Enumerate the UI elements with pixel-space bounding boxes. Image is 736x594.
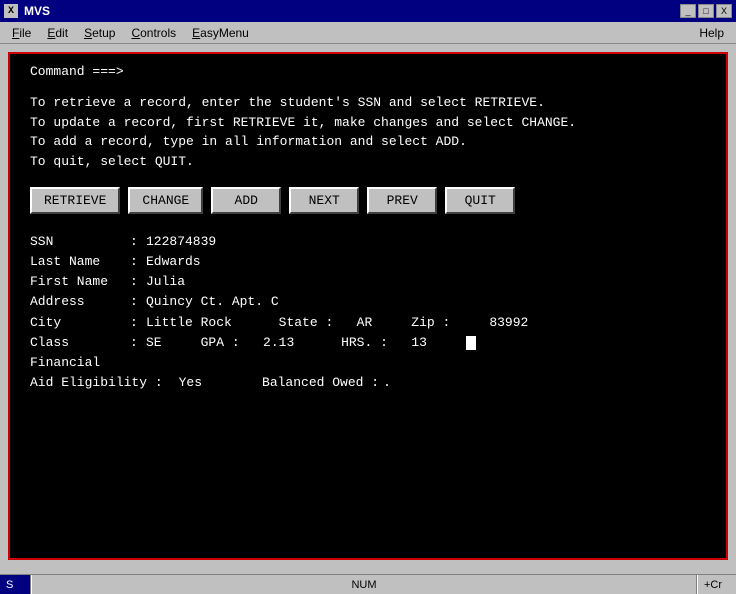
menu-items: File Edit Setup Controls EasyMenu: [4, 24, 257, 42]
lastname-label: Last Name: [30, 252, 130, 272]
instruction-3: To add a record, type in all information…: [30, 132, 706, 152]
balance-label: Balanced Owed :: [262, 373, 379, 393]
instructions-block: To retrieve a record, enter the student'…: [30, 93, 706, 171]
city-value: Little Rock State : AR Zip : 83992: [146, 313, 528, 333]
menu-edit[interactable]: Edit: [39, 24, 76, 42]
command-prompt: Command ===>: [30, 64, 706, 79]
terminal-window: Command ===> To retrieve a record, enter…: [8, 52, 728, 560]
status-right: +Cr: [698, 575, 728, 594]
title-bar-left: X MVS: [4, 4, 50, 18]
instruction-1: To retrieve a record, enter the student'…: [30, 93, 706, 113]
firstname-value: Julia: [146, 272, 185, 292]
menu-bar: File Edit Setup Controls EasyMenu Help: [0, 22, 736, 44]
city-label: City: [30, 313, 130, 333]
menu-controls[interactable]: Controls: [123, 24, 184, 42]
lastname-value: Edwards: [146, 252, 201, 272]
city-row: City : Little Rock State : AR Zip : 8399…: [30, 313, 706, 333]
add-button[interactable]: ADD: [211, 187, 281, 214]
close-button[interactable]: X: [716, 4, 732, 18]
firstname-label: First Name: [30, 272, 130, 292]
next-button[interactable]: NEXT: [289, 187, 359, 214]
aid-value: Yes: [179, 373, 202, 393]
cursor: [466, 336, 476, 350]
financial-label: Financial: [30, 353, 130, 373]
ssn-value: 122874839: [146, 232, 216, 252]
status-bar: S NUM +Cr: [0, 574, 736, 594]
menu-setup[interactable]: Setup: [76, 24, 123, 42]
terminal-content: Command ===> To retrieve a record, enter…: [10, 54, 726, 558]
lastname-row: Last Name : Edwards: [30, 252, 706, 272]
maximize-button[interactable]: □: [698, 4, 714, 18]
command-prompt-text: Command ===>: [30, 64, 124, 79]
change-button[interactable]: CHANGE: [128, 187, 203, 214]
menu-help[interactable]: Help: [691, 24, 732, 42]
prev-button[interactable]: PREV: [367, 187, 437, 214]
financial-row: Financial: [30, 353, 706, 373]
quit-button[interactable]: QUIT: [445, 187, 515, 214]
status-center: NUM: [32, 575, 696, 594]
address-value: Quincy Ct. Apt. C: [146, 292, 279, 312]
title-bar: X MVS _ □ X: [0, 0, 736, 22]
class-value: SE GPA : 2.13 HRS. : 13: [146, 333, 476, 353]
menu-file[interactable]: File: [4, 24, 39, 42]
ssn-row: SSN : 122874839: [30, 232, 706, 252]
window-title: MVS: [24, 4, 50, 18]
record-data: SSN : 122874839 Last Name : Edwards Firs…: [30, 232, 706, 393]
firstname-row: First Name : Julia: [30, 272, 706, 292]
menu-easymenu[interactable]: EasyMenu: [184, 24, 257, 42]
action-buttons: RETRIEVE CHANGE ADD NEXT PREV QUIT: [30, 187, 706, 214]
address-label: Address: [30, 292, 130, 312]
minimize-button[interactable]: _: [680, 4, 696, 18]
instruction-4: To quit, select QUIT.: [30, 152, 706, 172]
aid-row: Aid Eligibility : Yes Balanced Owed : .: [30, 373, 706, 393]
aid-label: Aid Eligibility :: [30, 373, 163, 393]
app-icon: X: [4, 4, 18, 18]
window-controls: _ □ X: [680, 4, 732, 18]
ssn-label: SSN: [30, 232, 130, 252]
class-label: Class: [30, 333, 130, 353]
address-row: Address : Quincy Ct. Apt. C: [30, 292, 706, 312]
class-row: Class : SE GPA : 2.13 HRS. : 13: [30, 333, 706, 353]
instruction-2: To update a record, first RETRIEVE it, m…: [30, 113, 706, 133]
balance-value: .: [383, 373, 391, 393]
status-left: S: [0, 575, 30, 594]
retrieve-button[interactable]: RETRIEVE: [30, 187, 120, 214]
